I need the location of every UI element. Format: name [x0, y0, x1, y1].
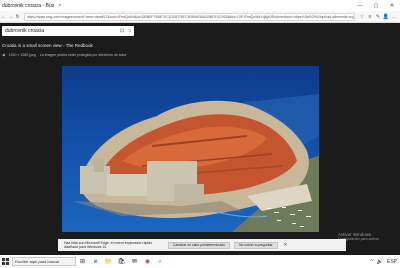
- search-box[interactable]: dubrovnik croacia ⊡ ⌕: [2, 26, 134, 36]
- tab-title[interactable]: dubrovnik croacia - Bús: [2, 3, 54, 9]
- title-bar: dubrovnik croacia - Bús × — ▢ ✕: [0, 0, 400, 11]
- prev-icon[interactable]: ◀: [2, 53, 5, 57]
- notification-text: Haz más con Microsoft Edge: el nuevo exp…: [64, 241, 153, 249]
- volume-icon[interactable]: 🔊: [377, 259, 383, 265]
- taskbar-search[interactable]: Escribe aquí para buscar: [12, 257, 76, 266]
- image-meta: ◀ 1920 × 1280 jpeg La imagen podría esta…: [2, 53, 127, 57]
- app-icon[interactable]: ◐: [154, 255, 167, 268]
- refresh-icon[interactable]: ↻: [14, 14, 21, 20]
- copyright-note: La imagen podría estar protegida por der…: [39, 53, 127, 57]
- photo-dubrovnik[interactable]: [62, 66, 319, 232]
- task-view-icon[interactable]: ⊞: [76, 255, 89, 268]
- back-icon[interactable]: ←: [0, 14, 7, 20]
- tray-expand-icon[interactable]: ^: [370, 259, 372, 265]
- profile-icon[interactable]: 👤: [382, 14, 390, 20]
- favorite-icon[interactable]: ☆: [358, 14, 366, 20]
- system-tray: ^ 🔊 ESP: [370, 259, 397, 265]
- change-default-button[interactable]: Cambiar mi valor predeterminado: [168, 241, 230, 249]
- url-field[interactable]: https://www.bing.com/images/search?view=…: [24, 12, 355, 21]
- image-title[interactable]: Croatia in a small screen view - The Red…: [2, 43, 93, 48]
- store-icon[interactable]: 🛍: [115, 255, 128, 268]
- image-size: 1920 × 1280 jpeg: [8, 53, 36, 57]
- visual-search-icon[interactable]: ⊡: [118, 28, 126, 34]
- maximize-button[interactable]: ▢: [368, 3, 384, 9]
- edge-notification: Haz más con Microsoft Edge: el nuevo exp…: [58, 239, 346, 251]
- close-icon[interactable]: ✕: [284, 242, 288, 248]
- browser-toolbar: ☆ ≡ ✎ 👤 …: [358, 14, 398, 20]
- image-viewer: dubrovnik croacia ⊡ ⌕ Croatia in a small…: [0, 23, 400, 245]
- windows-icon: [1, 258, 9, 265]
- taskbar: Escribe aquí para buscar ⊞ e 📁 🛍 ✉ ◉ ◐ ^…: [0, 255, 400, 268]
- hub-icon[interactable]: ≡: [366, 14, 374, 20]
- search-input[interactable]: dubrovnik croacia: [5, 28, 118, 34]
- more-icon[interactable]: …: [390, 14, 398, 20]
- notes-icon[interactable]: ✎: [374, 14, 382, 20]
- language-indicator[interactable]: ESP: [387, 259, 397, 265]
- start-button[interactable]: [0, 255, 10, 268]
- taskbar-search-placeholder: Escribe aquí para buscar: [15, 259, 60, 264]
- close-window-button[interactable]: ✕: [384, 3, 400, 9]
- folder-icon[interactable]: 📁: [102, 255, 115, 268]
- search-icon[interactable]: ⌕: [126, 28, 134, 34]
- chrome-icon[interactable]: ◉: [141, 255, 154, 268]
- mail-icon[interactable]: ✉: [128, 255, 141, 268]
- tab-close-icon[interactable]: ×: [58, 3, 61, 9]
- window-controls: — ▢ ✕: [352, 3, 400, 9]
- edge-icon[interactable]: e: [89, 255, 102, 268]
- minimize-button[interactable]: —: [352, 3, 368, 9]
- dont-ask-button[interactable]: No volver a preguntar: [233, 241, 278, 249]
- address-bar-row: ← → ↻ https://www.bing.com/images/search…: [0, 11, 400, 23]
- forward-icon[interactable]: →: [7, 14, 14, 20]
